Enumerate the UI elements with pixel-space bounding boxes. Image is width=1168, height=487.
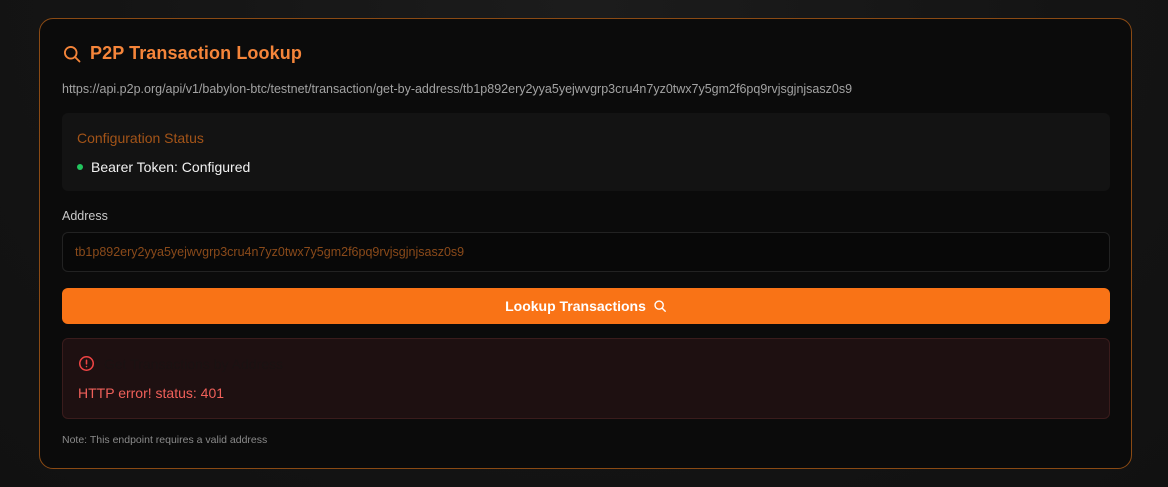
error-alert: Get Transactions by Address HTTP error! … (62, 338, 1110, 419)
address-label: Address (62, 209, 108, 223)
configuration-status-panel: Configuration Status Bearer Token: Confi… (62, 113, 1110, 191)
alert-circle-icon (78, 355, 95, 372)
page-background: P2P Transaction Lookup https://api.p2p.o… (0, 0, 1168, 487)
address-input[interactable] (62, 232, 1110, 272)
bearer-token-status-text: Bearer Token: Configured (91, 159, 251, 175)
error-message: HTTP error! status: 401 (78, 385, 225, 401)
lookup-button-label: Lookup Transactions (505, 298, 646, 314)
error-alert-header: Get Transactions by Address (78, 355, 283, 372)
bearer-token-status: Bearer Token: Configured (77, 159, 250, 175)
endpoint-url: https://api.p2p.org/api/v1/babylon-btc/t… (62, 82, 853, 96)
card-header: P2P Transaction Lookup (62, 43, 302, 64)
search-icon (653, 299, 667, 313)
configuration-status-title: Configuration Status (77, 130, 204, 146)
error-alert-title: Get Transactions by Address (104, 355, 283, 372)
page-title: P2P Transaction Lookup (90, 43, 302, 63)
transaction-lookup-card: P2P Transaction Lookup https://api.p2p.o… (39, 18, 1132, 469)
lookup-transactions-button[interactable]: Lookup Transactions (62, 288, 1110, 324)
status-dot-icon (77, 164, 83, 170)
search-icon (62, 44, 82, 64)
endpoint-note: Note: This endpoint requires a valid add… (62, 434, 268, 446)
